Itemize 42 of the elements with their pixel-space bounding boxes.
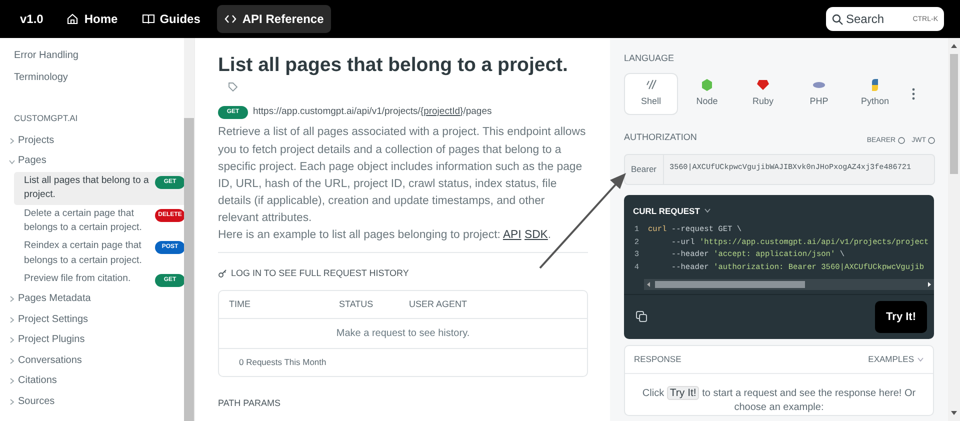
sidebar-group[interactable]: Pages Metadata xyxy=(8,289,180,310)
sidebar-group[interactable]: Conversations xyxy=(8,350,180,372)
endpoint-url: https://app.customgpt.ai/api/v1/projects/{projectId}/pages xyxy=(253,104,492,119)
page-title: List all pages that belong to a project. xyxy=(218,54,569,78)
nav-link[interactable]: Home xyxy=(59,5,125,33)
section-title: AUTHORIZATION xyxy=(624,130,697,144)
column-header: TIME xyxy=(229,298,252,311)
column-header: STATUS xyxy=(339,298,374,311)
language-tab[interactable]: Python xyxy=(848,72,902,114)
try-it-chip: Try It! xyxy=(666,386,700,400)
language-tab[interactable]: Ruby xyxy=(736,72,790,114)
sidebar-group[interactable]: Project Settings xyxy=(8,310,180,330)
response-hint: Click Try It! to start a request and see the response here! Or choose an example: xyxy=(641,384,917,415)
section-title: LANGUAGE xyxy=(624,52,676,65)
column-header: USER AGENT xyxy=(409,298,468,311)
section-title: PATH PARAMS xyxy=(218,396,282,410)
example-text: Here is an example to list all pages belonging to project: API SDK. xyxy=(218,228,552,244)
doc-link[interactable]: API xyxy=(502,229,522,242)
sidebar-group[interactable]: Pages xyxy=(8,151,180,172)
examples-dropdown[interactable]: EXAMPLES xyxy=(868,353,924,366)
request-count: 0 Requests This Month xyxy=(238,356,328,370)
section-title: RESPONSE xyxy=(634,353,682,366)
version-label: v1.0 xyxy=(20,11,44,28)
language-tab[interactable]: Node xyxy=(680,72,734,114)
sidebar-group[interactable]: Project Plugins xyxy=(8,330,180,351)
sidebar-group[interactable]: Sources xyxy=(8,392,180,412)
auth-prefix: Bearer xyxy=(624,154,664,184)
history-title: LOG IN TO SEE FULL REQUEST HISTORY xyxy=(231,267,409,280)
empty-message: Make a request to see history. xyxy=(219,319,587,350)
sidebar-group[interactable]: Citations xyxy=(8,371,180,392)
language-tab[interactable]: PHP xyxy=(792,72,846,114)
nav-link[interactable]: API Reference xyxy=(217,5,331,33)
code-panel-title[interactable]: CURL REQUEST xyxy=(624,194,720,224)
sidebar-link[interactable]: Terminology xyxy=(8,66,180,88)
sidebar-link[interactable]: Error Handling xyxy=(8,44,180,66)
try-it-button[interactable]: Try It! xyxy=(875,300,927,334)
language-tab[interactable]: Shell xyxy=(624,72,678,114)
description-text: Retrieve a list of all pages associated with a project. This endpoint allows you to fetch project details and a collection of pages that belong to a specific project. Each page object includes information such as the page ID, URL, hash of the URL, project ID, crawl status, index status, file details (if applicable), creation and update timestamps, and other relevant attributes. xyxy=(218,125,587,226)
sidebar-section-title: CUSTOMGPT.AI xyxy=(13,112,79,125)
sidebar-group[interactable]: Projects xyxy=(8,130,180,152)
doc-link[interactable]: SDK xyxy=(524,229,548,242)
nav-link[interactable]: Guides xyxy=(134,5,208,33)
